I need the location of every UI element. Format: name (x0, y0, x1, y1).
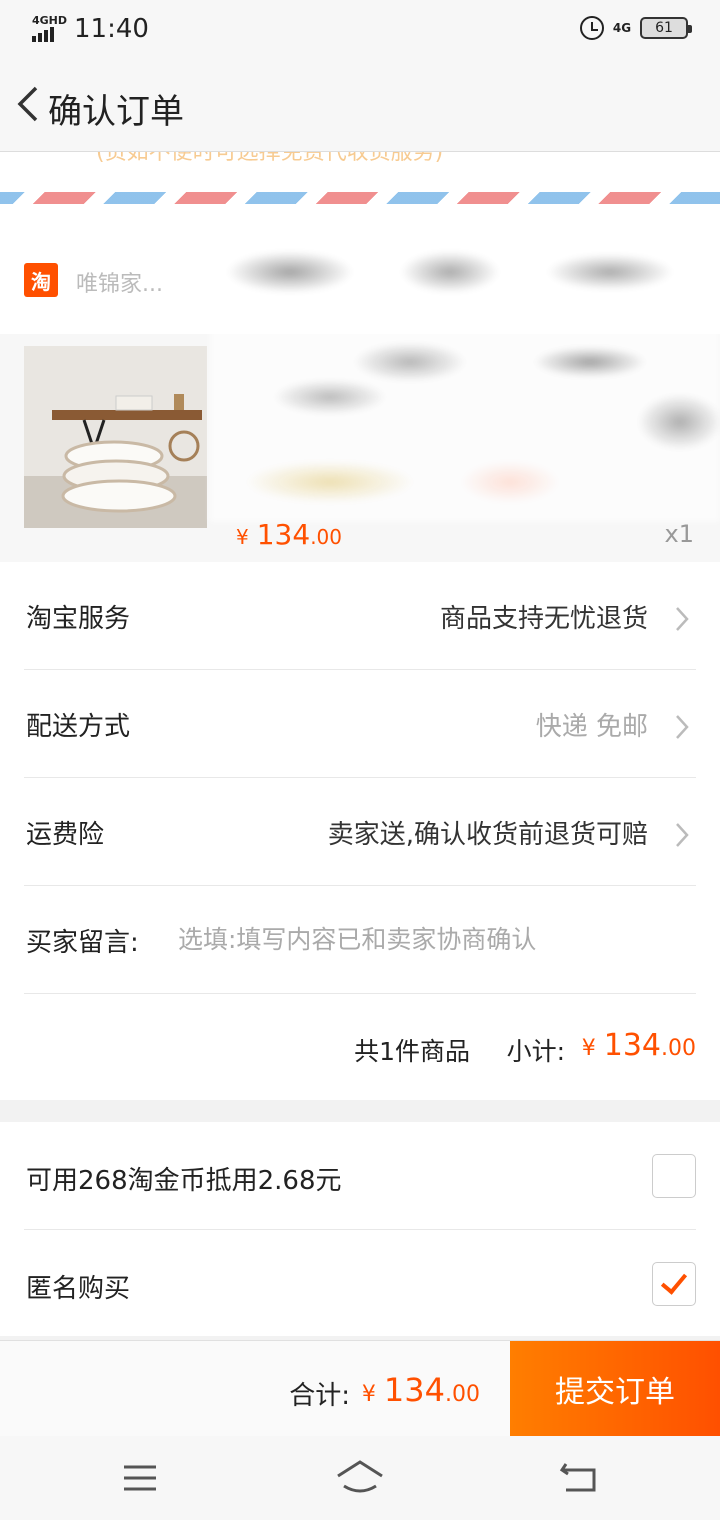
chevron-left-icon[interactable] (14, 86, 44, 122)
delivery-value: 快递 免邮 (535, 712, 648, 742)
product-quantity: x1 (664, 520, 694, 548)
product-price: ¥134.00 (236, 518, 342, 551)
row-taobao-service[interactable]: 淘宝服务 商品支持无忧退货 (0, 562, 720, 670)
buyer-message-input[interactable] (178, 914, 678, 964)
signal-icon: 4GHD (32, 14, 68, 42)
service-label: 淘宝服务 (26, 604, 131, 634)
total-amount: ¥134.00 (361, 1371, 480, 1409)
subtotal-count: 共1件商品 (354, 1037, 470, 1066)
subtotal-label: 小计: (506, 1037, 565, 1066)
menu-icon[interactable] (118, 1456, 162, 1500)
network-type: 4GHD (32, 14, 68, 27)
status-left: 4GHD 11:40 (32, 14, 149, 44)
bottom-bar: 合计: ¥134.00 提交订单 (0, 1340, 720, 1437)
message-label: 买家留言: (26, 928, 139, 958)
battery-level: 61 (655, 20, 673, 36)
home-icon[interactable] (336, 1456, 384, 1500)
row-delivery[interactable]: 配送方式 快递 免邮 (0, 670, 720, 778)
redacted-product-info (210, 222, 720, 522)
address-strip[interactable]: (货如不便时可选择免费代收货服务) (0, 152, 720, 222)
alarm-icon (580, 16, 604, 40)
product-image[interactable] (24, 346, 207, 528)
delivery-label: 配送方式 (26, 712, 131, 742)
order-options: 可用268淘金币抵用2.68元 匿名购买 (0, 1122, 720, 1336)
total-label: 合计: (289, 1381, 350, 1411)
row-anonymous: 匿名购买 (0, 1230, 720, 1338)
airmail-border (0, 192, 720, 204)
submit-order-button[interactable]: 提交订单 (510, 1341, 720, 1437)
insurance-label: 运费险 (26, 820, 105, 850)
taobao-shop-icon: 淘 (24, 263, 58, 297)
nav-bar: 确认订单 (0, 58, 720, 152)
return-icon[interactable] (558, 1456, 602, 1500)
subtotal-row: 共1件商品 小计: ¥134.00 (0, 994, 720, 1100)
row-taojinbi: 可用268淘金币抵用2.68元 (0, 1122, 720, 1230)
system-nav-bar (0, 1436, 720, 1520)
battery-icon: 61 (640, 17, 692, 39)
shop-name: 唯锦家... (76, 272, 163, 297)
chevron-right-icon[interactable] (674, 606, 690, 632)
anonymous-label: 匿名购买 (26, 1274, 131, 1304)
service-value: 商品支持无忧退货 (439, 604, 648, 634)
page-title: 确认订单 (48, 92, 184, 132)
chevron-right-icon[interactable] (674, 822, 690, 848)
product-card: 淘 唯锦家... ¥134.00 x1 (0, 222, 720, 562)
status-bar: 4GHD 11:40 4G 61 (0, 0, 720, 58)
coins-checkbox[interactable] (652, 1154, 696, 1198)
subtotal-amount: ¥134.00 (581, 1028, 696, 1063)
order-detail-list: 淘宝服务 商品支持无忧退货 配送方式 快递 免邮 运费险 卖家送,确认收货前退货… (0, 562, 720, 1100)
row-buyer-message: 买家留言: (0, 886, 720, 994)
chevron-right-icon[interactable] (674, 714, 690, 740)
insurance-value: 卖家送,确认收货前退货可赔 (327, 820, 648, 850)
pillow-product-image (24, 346, 207, 528)
anonymous-checkbox[interactable] (652, 1262, 696, 1306)
network-4g-label: 4G (612, 21, 632, 35)
row-shipping-insurance[interactable]: 运费险 卖家送,确认收货前退货可赔 (0, 778, 720, 886)
status-time: 11:40 (74, 14, 149, 44)
address-hint: (货如不便时可选择免费代收货服务) (96, 152, 444, 165)
coins-label: 可用268淘金币抵用2.68元 (26, 1166, 342, 1196)
status-right: 4G 61 (580, 16, 692, 40)
